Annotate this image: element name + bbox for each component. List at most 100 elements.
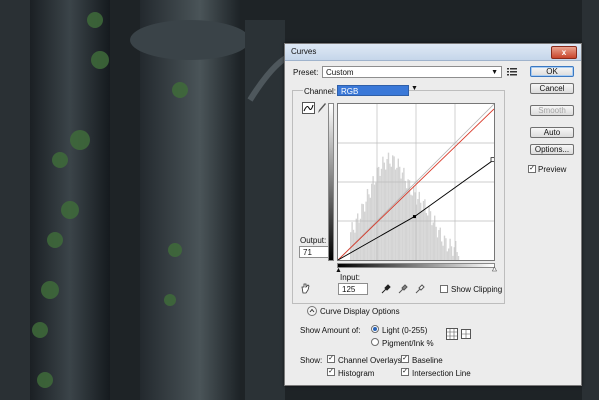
channel-overlays-checkbox[interactable]: ✓	[327, 355, 335, 363]
histogram-bar	[361, 203, 363, 260]
channel-select[interactable]: RGB	[337, 85, 409, 96]
dialog-title: Curves	[291, 47, 317, 56]
curve-graph[interactable]	[337, 103, 496, 261]
histogram-bar	[399, 166, 401, 260]
histogram-bar	[350, 232, 352, 260]
histogram-bar	[357, 213, 359, 260]
histogram-bar	[364, 211, 366, 260]
light-radio-label: Light (0-255)	[382, 326, 428, 335]
input-label: Input:	[340, 273, 361, 282]
histogram-bar	[389, 163, 391, 260]
close-button[interactable]: x	[551, 46, 577, 59]
light-radio[interactable]	[371, 325, 379, 333]
histogram-bar	[425, 213, 427, 260]
ok-button[interactable]: OK	[530, 66, 574, 77]
cancel-button[interactable]: Cancel	[530, 83, 574, 94]
histogram-bar	[438, 230, 440, 260]
histogram-bar	[359, 218, 362, 260]
histogram-bar	[434, 215, 436, 260]
histogram-bar	[358, 222, 360, 260]
pencil-icon[interactable]	[317, 102, 327, 114]
auto-button[interactable]: Auto	[530, 127, 574, 138]
histogram-bar	[411, 195, 413, 260]
gray-eyedropper-icon[interactable]	[398, 284, 408, 294]
histogram-bar	[394, 169, 397, 260]
histogram-bar	[383, 162, 385, 260]
histogram-checkbox[interactable]: ✓	[327, 368, 335, 376]
histogram-bar	[387, 152, 390, 260]
show-amount-label: Show Amount of:	[300, 326, 361, 335]
preset-label: Preset:	[293, 68, 319, 77]
output-label: Output:	[300, 236, 327, 245]
grid-small-icon[interactable]	[446, 328, 458, 340]
histogram-bar	[443, 235, 446, 260]
histogram-bar	[410, 194, 412, 260]
histogram-bar	[414, 192, 416, 260]
chevron-down-icon: ▼	[491, 69, 498, 76]
baseline-checkbox[interactable]: ✓	[401, 355, 409, 363]
histogram-bar	[446, 251, 448, 260]
preview-checkbox[interactable]: ✓	[528, 165, 536, 173]
pigment-radio[interactable]	[371, 338, 379, 346]
pigment-radio-label: Pigment/Ink %	[382, 339, 434, 348]
histogram-bar	[400, 178, 402, 260]
histogram-bar	[354, 232, 356, 260]
histogram-bar	[380, 168, 383, 260]
histogram-bar	[401, 172, 404, 260]
expand-chevron-icon[interactable]	[307, 306, 317, 316]
histogram-bar	[386, 159, 388, 260]
white-point-slider-icon[interactable]: ▲	[491, 266, 498, 274]
curve-canvas[interactable]	[337, 103, 496, 261]
black-eyedropper-icon[interactable]	[381, 284, 391, 294]
histogram-bar	[418, 191, 420, 260]
histogram-bar	[393, 156, 395, 260]
preset-menu-icon[interactable]	[507, 67, 517, 77]
hand-adjust-icon[interactable]	[300, 282, 312, 294]
histogram-bar	[368, 194, 370, 260]
histogram-bar	[450, 246, 453, 260]
end-point[interactable]	[490, 157, 496, 163]
intersection-line-checkbox[interactable]: ✓	[401, 368, 409, 376]
input-gradient-bar	[337, 263, 495, 268]
histogram-bar	[371, 183, 373, 260]
histogram-bar	[449, 238, 451, 260]
histogram-bar	[456, 252, 458, 260]
histogram-bar	[431, 225, 433, 260]
show-clipping-checkbox[interactable]	[440, 285, 448, 293]
channel-value: RGB	[341, 87, 359, 96]
histogram-bar	[432, 222, 434, 260]
histogram-bar	[445, 238, 447, 260]
histogram-bar	[428, 205, 430, 260]
histogram-bar	[448, 248, 450, 260]
smooth-button[interactable]: Smooth	[530, 105, 574, 116]
intersection-line-label: Intersection Line	[412, 369, 471, 378]
preset-value: Custom	[326, 68, 354, 77]
input-field[interactable]: 125	[338, 283, 368, 295]
control-point[interactable]	[412, 215, 416, 219]
histogram-bar	[436, 237, 439, 260]
channel-overlays-label: Channel Overlays	[338, 356, 402, 365]
histogram-bar	[365, 201, 367, 260]
histogram-bar	[372, 176, 374, 260]
preset-select[interactable]: Custom ▼	[322, 66, 502, 78]
histogram-bar	[351, 222, 353, 260]
preview-label: Preview	[538, 165, 567, 174]
histogram-bar	[413, 185, 415, 260]
output-field[interactable]: 71	[299, 246, 329, 258]
curve-display-options-label[interactable]: Curve Display Options	[320, 307, 400, 316]
histogram-bar	[427, 215, 429, 260]
curve-tool-icon[interactable]	[302, 102, 315, 114]
chevron-down-icon[interactable]: ▼	[411, 85, 418, 92]
histogram-bar	[355, 218, 357, 260]
grid-large-icon[interactable]	[461, 329, 471, 339]
histogram-label: Histogram	[338, 369, 375, 378]
histogram-bar	[362, 204, 364, 260]
show-clipping-label: Show Clipping	[451, 285, 503, 294]
options-button[interactable]: Options...	[530, 144, 574, 155]
histogram-bar	[373, 184, 376, 260]
histogram-bar	[452, 255, 454, 260]
histogram-bar	[435, 226, 437, 260]
histogram-bar	[441, 241, 443, 260]
white-eyedropper-icon[interactable]	[415, 284, 425, 294]
histogram-bar	[442, 245, 444, 260]
